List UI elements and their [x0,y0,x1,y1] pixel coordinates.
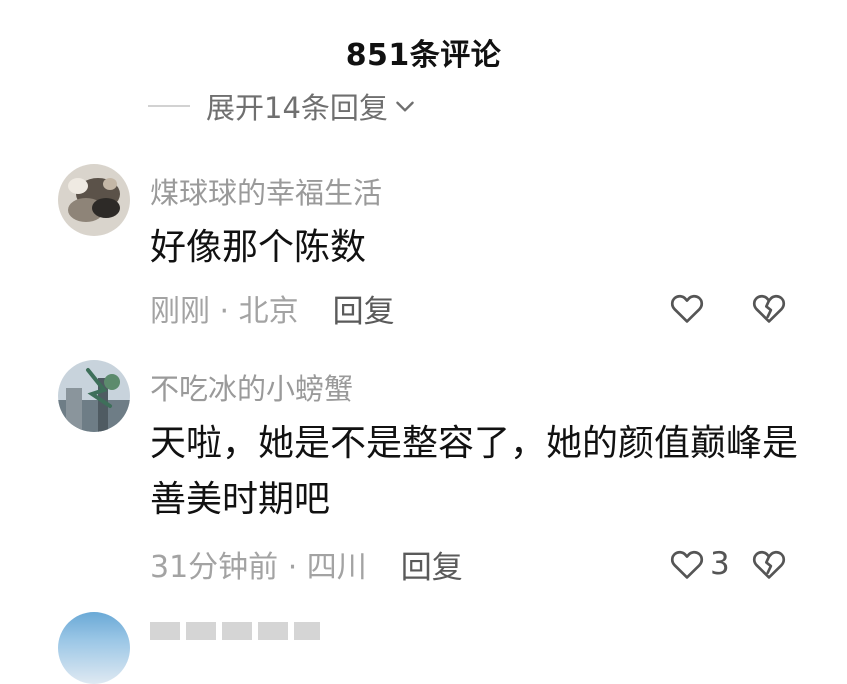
reply-button[interactable]: 回复 [401,542,463,587]
comment-time-location: 刚刚 · 北京 [150,294,299,329]
comment-meta: 31分钟前 · 四川 回复 3 [150,542,847,586]
broken-heart-icon [752,550,786,579]
avatar[interactable] [58,612,130,684]
like-count: 3 [710,546,730,582]
like-button[interactable] [668,286,710,330]
expand-replies-label: 展开14条回复 [206,91,388,125]
comment-author[interactable]: 不吃冰的小螃蟹 [150,366,353,408]
comment-author-partial [150,614,330,644]
heart-outline-icon [670,294,704,323]
chevron-down-icon [396,101,414,112]
like-button[interactable]: 3 [668,542,730,586]
reply-button[interactable]: 回复 [333,286,395,331]
dislike-button[interactable] [750,286,788,330]
comment-time-location: 31分钟前 · 四川 [150,550,367,585]
broken-heart-icon [752,294,786,323]
comment-text: 天啦，她是不是整容了，她的颜值巅峰是善美时期吧 [150,423,799,520]
expand-divider [148,105,190,107]
heart-outline-icon [670,550,704,579]
comment-text: 好像那个陈数 [150,227,367,268]
comment-author[interactable]: 煤球球的幸福生活 [150,170,382,212]
avatar[interactable] [58,164,130,236]
avatar[interactable] [58,360,130,432]
comments-count-title: 851条评论 [345,38,502,73]
expand-replies-button[interactable]: 展开14条回复 [148,86,418,126]
dislike-button[interactable] [750,542,788,586]
partial-name-placeholder [150,622,320,640]
comment-meta: 刚刚 · 北京 回复 [150,286,847,330]
